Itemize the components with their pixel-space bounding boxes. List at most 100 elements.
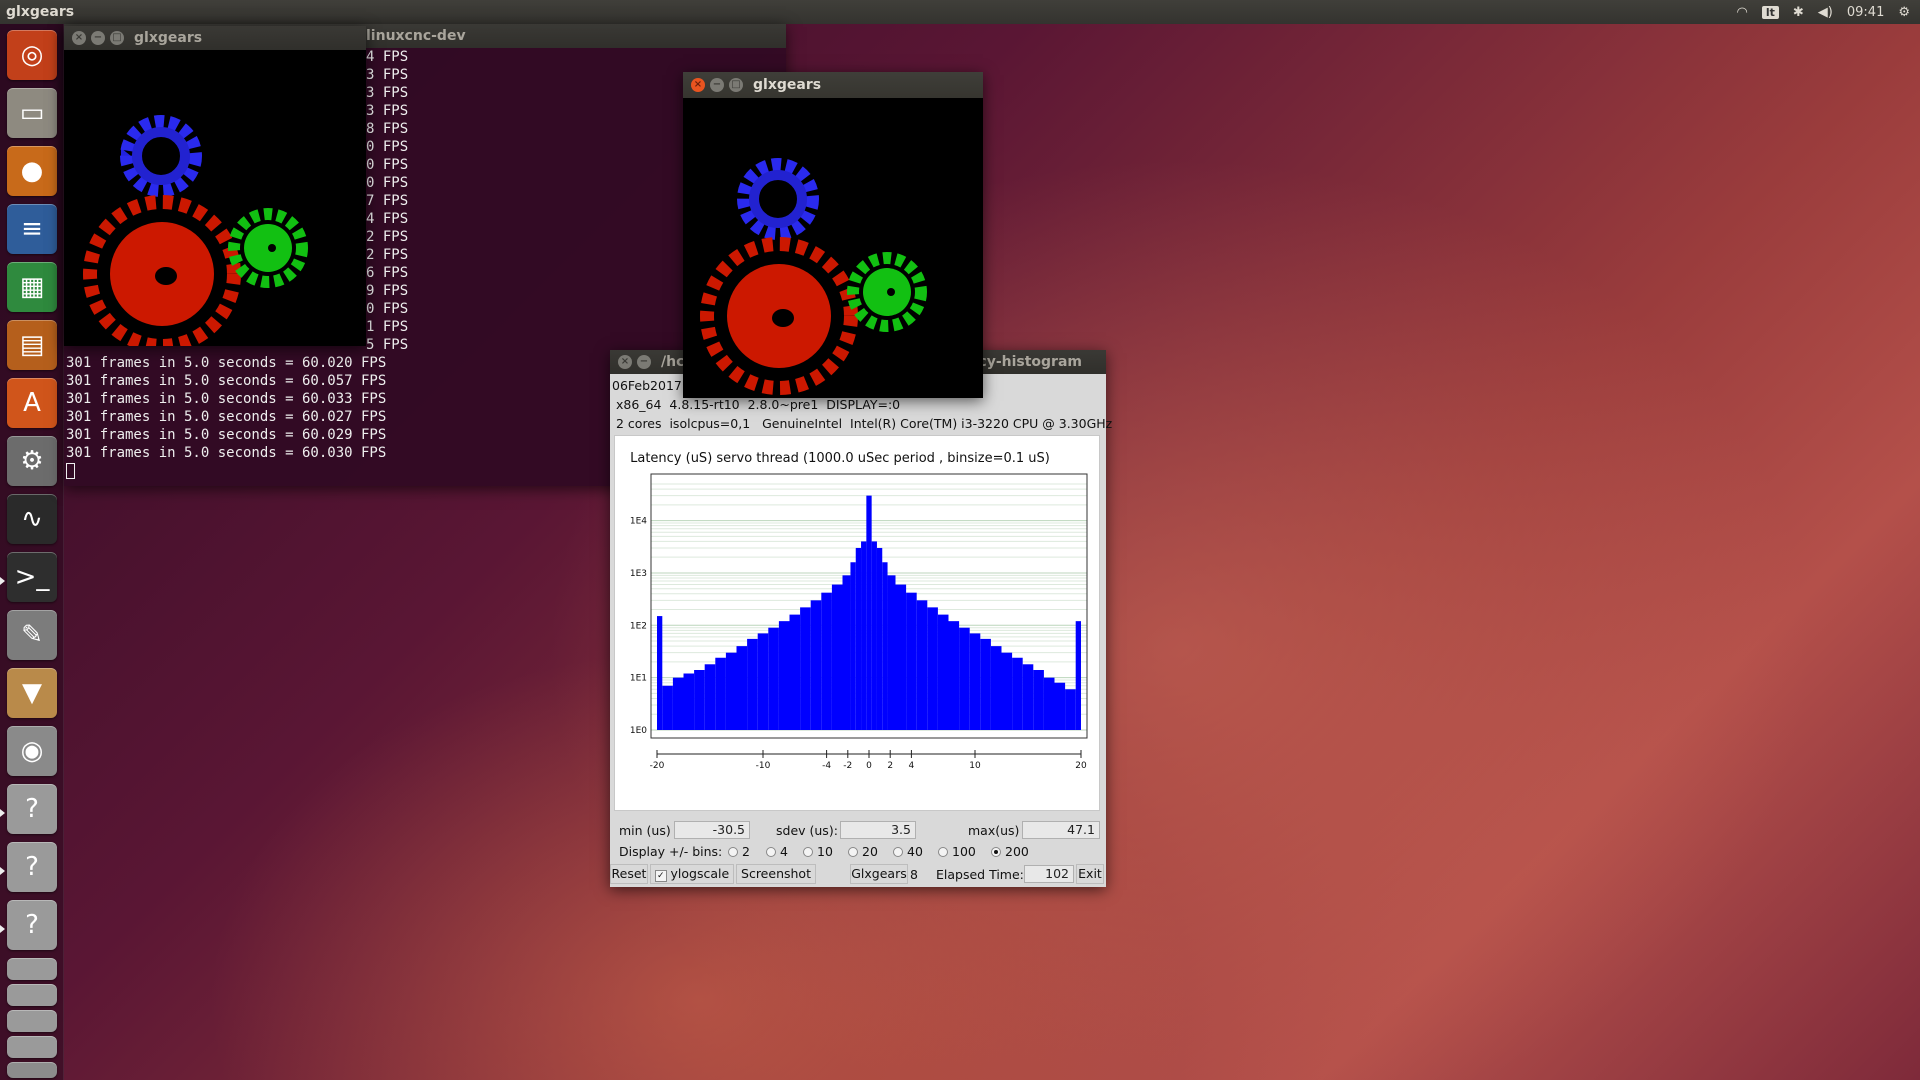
histogram-bar bbox=[876, 547, 883, 730]
stacked-app-icon[interactable] bbox=[7, 958, 57, 980]
minimize-button[interactable]: − bbox=[637, 355, 651, 369]
glxgears-title-2: glxgears bbox=[753, 77, 822, 93]
bins-radio-100[interactable]: 100 bbox=[938, 844, 976, 859]
histogram-bar bbox=[672, 677, 684, 730]
bins-radio-4[interactable]: 4 bbox=[766, 844, 788, 859]
system-settings-icon[interactable]: ⚙ bbox=[7, 436, 57, 486]
max-value: 47.1 bbox=[1022, 821, 1100, 839]
keyboard-layout-indicator[interactable]: lt bbox=[1761, 5, 1779, 19]
archive-manager-icon[interactable]: ▼ bbox=[7, 668, 57, 718]
minimize-button[interactable]: − bbox=[91, 31, 105, 45]
gear-icon[interactable]: ⚙ bbox=[1898, 5, 1910, 20]
red-gear-1 bbox=[83, 195, 241, 353]
glxgears-window-1: × − □ glxgears bbox=[64, 26, 366, 353]
glxgears-button[interactable]: Glxgears bbox=[850, 864, 908, 884]
y-axis-ticks: 1E0 1E1 1E2 1E3 1E4 bbox=[630, 517, 647, 736]
unknown-app-icon[interactable]: ? bbox=[7, 900, 57, 950]
unknown-app-icon[interactable]: ? bbox=[7, 842, 57, 892]
histogram-bar bbox=[768, 627, 779, 730]
stacked-app-icon[interactable] bbox=[7, 1010, 57, 1032]
x-tick-label: 10 bbox=[969, 761, 981, 771]
system-tray: ◠ lt ✱ ◀) 09:41 ⚙ bbox=[1737, 5, 1920, 20]
histogram-bar bbox=[855, 547, 862, 730]
running-indicator bbox=[0, 809, 5, 817]
unknown-app-icon[interactable]: ? bbox=[7, 784, 57, 834]
histogram-bar bbox=[1012, 657, 1023, 730]
wifi-icon[interactable]: ◠ bbox=[1737, 5, 1748, 20]
latency-chart: Latency (uS) servo thread (1000.0 uSec p… bbox=[614, 435, 1100, 811]
x-tick-label: -2 bbox=[843, 761, 852, 771]
ubuntu-logo-icon[interactable]: ◎ bbox=[7, 30, 57, 80]
histogram-bar bbox=[1022, 664, 1034, 730]
min-label: min (us) bbox=[619, 823, 671, 838]
x-tick-label: -20 bbox=[650, 761, 665, 771]
text-editor-icon[interactable]: ✎ bbox=[7, 610, 57, 660]
bluetooth-icon[interactable]: ✱ bbox=[1793, 5, 1804, 20]
bins-radio-20[interactable]: 20 bbox=[848, 844, 878, 859]
y-tick-label: 1E0 bbox=[630, 726, 647, 736]
histogram-bar bbox=[906, 592, 917, 730]
histogram-bar bbox=[694, 669, 705, 730]
terminal-icon[interactable]: >_ bbox=[7, 552, 57, 602]
green-gear-2 bbox=[847, 252, 927, 332]
text-cursor bbox=[66, 463, 75, 479]
screenshot-icon[interactable]: ◉ bbox=[7, 726, 57, 776]
system-monitor-icon[interactable]: ∿ bbox=[7, 494, 57, 544]
bins-radio-2[interactable]: 2 bbox=[728, 844, 750, 859]
clock[interactable]: 09:41 bbox=[1847, 5, 1884, 20]
running-indicator bbox=[0, 577, 5, 585]
stacked-app-icon[interactable] bbox=[7, 1036, 57, 1058]
histogram-bar bbox=[757, 633, 769, 730]
latency-histogram-window: × − /hc ncy-histogram 06Feb2017 x86_64 4… bbox=[610, 350, 1112, 887]
histogram-bar bbox=[831, 584, 843, 730]
histogram-bar bbox=[1001, 652, 1013, 730]
bins-radio-200[interactable]: 200 bbox=[991, 844, 1029, 859]
x-axis-ticks: -20 -10 -4 -2 0 2 4 10 20 bbox=[650, 750, 1087, 771]
exit-button[interactable]: Exit bbox=[1076, 864, 1104, 884]
volume-icon[interactable]: ◀) bbox=[1818, 5, 1833, 20]
firefox-icon[interactable]: ● bbox=[7, 146, 57, 196]
close-button[interactable]: × bbox=[691, 78, 705, 92]
trash-icon[interactable] bbox=[7, 1062, 57, 1078]
minimize-button[interactable]: − bbox=[710, 78, 724, 92]
histogram-bar bbox=[895, 584, 907, 730]
date-label: 06Feb2017 bbox=[612, 378, 682, 393]
maximize-button[interactable]: □ bbox=[729, 78, 743, 92]
histogram-bar bbox=[800, 607, 811, 730]
x-tick-label: 20 bbox=[1075, 761, 1087, 771]
x-tick-label: 2 bbox=[887, 761, 893, 771]
close-button[interactable]: × bbox=[72, 31, 86, 45]
writer-icon[interactable]: ≡ bbox=[7, 204, 57, 254]
launcher: ◎ ▭ ● ≡ ▦ ▤ A ⚙ ∿ >_ ✎ ▼ ◉ ? ? ? bbox=[0, 24, 64, 1080]
screenshot-button[interactable]: Screenshot bbox=[736, 864, 816, 884]
ylogscale-checkbox[interactable]: ✓ ylogscale bbox=[650, 864, 734, 884]
bins-radio-10[interactable]: 10 bbox=[803, 844, 833, 859]
maximize-button[interactable]: □ bbox=[110, 31, 124, 45]
running-indicator bbox=[0, 925, 5, 933]
histogram-title-right: ncy-histogram bbox=[968, 354, 1082, 370]
impress-icon[interactable]: ▤ bbox=[7, 320, 57, 370]
histogram-bar bbox=[715, 657, 726, 730]
histogram-bar bbox=[866, 495, 872, 730]
histogram-bar bbox=[850, 562, 856, 730]
elapsed-label: Elapsed Time: bbox=[936, 867, 1024, 882]
histogram-bar bbox=[657, 616, 663, 730]
glxgears-titlebar-1: × − □ glxgears bbox=[64, 26, 366, 50]
histogram-bar bbox=[704, 664, 716, 730]
histogram-bar bbox=[1075, 621, 1081, 730]
green-gear-1 bbox=[228, 208, 308, 288]
terminal-title: linuxcnc-dev bbox=[366, 28, 466, 44]
histogram-bar bbox=[990, 646, 1002, 730]
bins-radio-40[interactable]: 40 bbox=[893, 844, 923, 859]
software-center-icon[interactable]: A bbox=[7, 378, 57, 428]
top-panel: glxgears ◠ lt ✱ ◀) 09:41 ⚙ bbox=[0, 0, 1920, 24]
files-icon[interactable]: ▭ bbox=[7, 88, 57, 138]
calc-icon[interactable]: ▦ bbox=[7, 262, 57, 312]
close-button[interactable]: × bbox=[618, 355, 632, 369]
glxgears-title-1: glxgears bbox=[134, 30, 203, 46]
y-tick-label: 1E2 bbox=[630, 621, 647, 631]
stacked-app-icon[interactable] bbox=[7, 984, 57, 1006]
reset-button[interactable]: Reset bbox=[610, 864, 648, 884]
elapsed-value: 102 bbox=[1024, 865, 1074, 883]
histogram-bar bbox=[683, 673, 695, 730]
